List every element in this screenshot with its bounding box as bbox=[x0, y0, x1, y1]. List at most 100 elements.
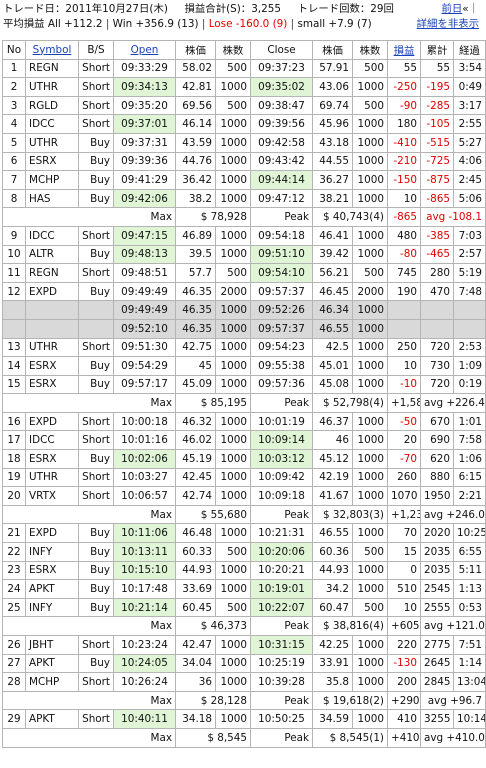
table-row: 2 UTHR Short 09:34:13 42.81 1000 09:35:02 43.06… bbox=[2, 77, 486, 97]
row-open-price: 60.45 bbox=[175, 597, 216, 618]
row-close-qty: 1000 bbox=[352, 486, 388, 506]
row-close-price: 42.5 bbox=[312, 337, 353, 358]
row-open-price: 46.35 bbox=[175, 281, 216, 302]
row-close-price: 45.08 bbox=[312, 374, 353, 395]
row-symbol bbox=[25, 318, 79, 339]
row-elapsed: 10:14 bbox=[453, 709, 486, 729]
table-row: 19 UTHR Short 10:03:27 42.45 1000 10:09:42 42.1… bbox=[2, 467, 486, 488]
col-open-sort[interactable]: Open bbox=[113, 40, 176, 60]
row-side: Buy bbox=[78, 132, 114, 153]
row-open-price: 46.48 bbox=[175, 523, 216, 544]
table-row: 29 APKT Short 10:40:11 34.18 1000 10:50:25 34.5… bbox=[2, 709, 486, 729]
summary-peak-label: Peak bbox=[250, 207, 313, 227]
row-side: Short bbox=[78, 709, 114, 729]
row-open-qty: 1000 bbox=[215, 300, 251, 320]
col-close-price: 株価 bbox=[312, 40, 353, 60]
row-elapsed: 3:17 bbox=[453, 95, 486, 116]
row-close-time: 10:31:15 bbox=[250, 635, 313, 655]
table-row: 4 IDCC Short 09:37:01 46.14 1000 09:39:56 45.96… bbox=[2, 114, 486, 134]
row-close-qty: 1000 bbox=[352, 579, 388, 599]
row-close-price: 46.34 bbox=[312, 300, 353, 320]
row-cumulative: 720 bbox=[420, 374, 454, 395]
row-close-time: 10:01:19 bbox=[250, 411, 313, 432]
toggle-detail-link[interactable]: 詳細を非表示 bbox=[417, 17, 479, 32]
row-cumulative: -465 bbox=[420, 244, 454, 265]
row-no: 22 bbox=[2, 542, 26, 562]
row-close-price: 33.91 bbox=[312, 653, 353, 674]
row-no: 10 bbox=[2, 244, 26, 265]
prev-day-link[interactable]: 前日 bbox=[441, 2, 462, 17]
row-close-qty: 1000 bbox=[352, 225, 388, 246]
row-close-time: 09:55:38 bbox=[250, 356, 313, 376]
row-pnl: -70 bbox=[387, 449, 421, 469]
summary-peak-value: $ 52,798(4) bbox=[312, 393, 388, 413]
summary-total: -865 bbox=[387, 207, 421, 227]
row-cumulative: -385 bbox=[420, 225, 454, 246]
summary-avg: avg -108.1 bbox=[420, 207, 486, 227]
row-no: 19 bbox=[2, 467, 26, 488]
table-row: 28 MCHP Short 10:26:24 36 1000 10:39:28 35.8 100… bbox=[2, 672, 486, 692]
row-open-time: 09:48:13 bbox=[113, 244, 176, 265]
row-no: 2 bbox=[2, 77, 26, 97]
summary-total: +1,585 bbox=[387, 393, 421, 413]
row-open-price: 45 bbox=[175, 356, 216, 376]
row-elapsed: 13:04 bbox=[453, 672, 486, 692]
summary-avg: avg +410.0 bbox=[420, 727, 486, 748]
row-open-price: 33.69 bbox=[175, 579, 216, 599]
row-pnl: -90 bbox=[387, 95, 421, 116]
table-body: 1 REGN Short 09:33:29 58.02 500 09:37:23 57.91 5… bbox=[2, 58, 486, 748]
row-cumulative: 55 bbox=[420, 58, 454, 79]
row-close-price: 46.37 bbox=[312, 411, 353, 432]
row-open-time: 10:01:16 bbox=[113, 430, 176, 451]
row-cumulative: 2545 bbox=[420, 579, 454, 599]
row-symbol: ESRX bbox=[25, 560, 79, 581]
row-pnl: 250 bbox=[387, 337, 421, 358]
summary-max-label: Max bbox=[2, 393, 176, 413]
summary-max-label: Max bbox=[2, 616, 176, 636]
row-symbol: IDCC bbox=[25, 430, 79, 451]
col-bs: B/S bbox=[78, 40, 114, 60]
row-side bbox=[78, 318, 114, 339]
row-elapsed: 1:09 bbox=[453, 356, 486, 376]
row-elapsed bbox=[453, 300, 486, 320]
row-side: Short bbox=[78, 672, 114, 692]
row-open-qty: 500 bbox=[215, 263, 251, 283]
col-pnl-sort[interactable]: 損益 bbox=[387, 40, 421, 60]
row-pnl: -10 bbox=[387, 374, 421, 395]
row-pnl: 55 bbox=[387, 58, 421, 79]
row-elapsed: 1:13 bbox=[453, 579, 486, 599]
partial-fill-row: 09:52:10 46.35 1000 09:57:37 46.55 1000 bbox=[2, 318, 486, 339]
row-symbol: RGLD bbox=[25, 95, 79, 116]
row-open-time: 09:33:29 bbox=[113, 58, 176, 79]
row-no: 5 bbox=[2, 132, 26, 153]
row-cumulative: -285 bbox=[420, 95, 454, 116]
row-symbol: JBHT bbox=[25, 635, 79, 655]
row-open-time: 10:23:24 bbox=[113, 635, 176, 655]
row-no: 20 bbox=[2, 486, 26, 506]
col-symbol-sort[interactable]: Symbol bbox=[25, 40, 79, 60]
table-row: 10 ALTR Buy 09:48:13 39.5 1000 09:51:10 39.42 10… bbox=[2, 244, 486, 265]
row-close-qty: 1000 bbox=[352, 188, 388, 209]
row-cumulative bbox=[420, 318, 454, 339]
row-elapsed: 1:14 bbox=[453, 653, 486, 674]
row-close-price: 46.55 bbox=[312, 318, 353, 339]
row-close-price: 42.25 bbox=[312, 635, 353, 655]
row-open-price: 46.35 bbox=[175, 318, 216, 339]
partial-fill-row: 09:49:49 46.35 1000 09:52:26 46.34 1000 bbox=[2, 300, 486, 320]
summary-peak-label: Peak bbox=[250, 727, 313, 748]
pnl-label: 損益合計(S)： bbox=[184, 3, 252, 15]
row-pnl: 15 bbox=[387, 542, 421, 562]
row-open-time: 09:34:13 bbox=[113, 77, 176, 97]
row-open-qty: 500 bbox=[215, 542, 251, 562]
row-open-price: 60.33 bbox=[175, 542, 216, 562]
row-cumulative: 3255 bbox=[420, 709, 454, 729]
row-pnl: 10 bbox=[387, 597, 421, 618]
row-symbol: IDCC bbox=[25, 114, 79, 134]
row-symbol: EXPD bbox=[25, 411, 79, 432]
row-open-time: 10:15:10 bbox=[113, 560, 176, 581]
row-close-qty: 1000 bbox=[352, 77, 388, 97]
row-close-price: 45.01 bbox=[312, 356, 353, 376]
row-close-time: 10:20:06 bbox=[250, 542, 313, 562]
row-open-qty: 1000 bbox=[215, 467, 251, 488]
row-open-qty: 1000 bbox=[215, 188, 251, 209]
